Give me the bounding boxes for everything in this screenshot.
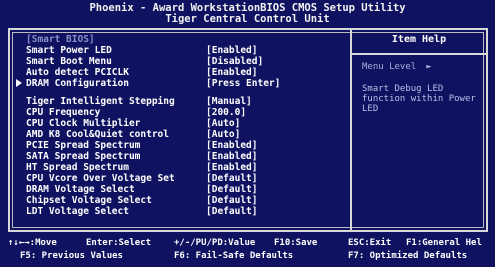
bios-screen: Phoenix - Award WorkstationBIOS CMOS Set… bbox=[0, 0, 495, 267]
setting-value[interactable]: [Default] bbox=[206, 184, 257, 195]
footer-general-help-hint: F1:General Hel bbox=[406, 238, 482, 248]
setting-label: CPU Frequency bbox=[26, 107, 101, 118]
setting-label: Chipset Voltage Select bbox=[26, 195, 152, 206]
panel-divider bbox=[350, 30, 352, 230]
setting-value[interactable]: [Enabled] bbox=[206, 151, 257, 162]
help-header-divider bbox=[352, 53, 486, 55]
footer-move-hint: ↑↓←→:Move bbox=[8, 238, 57, 248]
setting-label: [Smart BIOS] bbox=[26, 34, 95, 45]
setting-label: DRAM Configuration bbox=[26, 78, 129, 89]
setting-label: SATA Spread Spectrum bbox=[26, 151, 141, 162]
setting-value[interactable]: [Manual] bbox=[206, 96, 252, 107]
setting-label: PCIE Spread Spectrum bbox=[26, 140, 141, 151]
setting-label: Tiger Intelligent Stepping bbox=[26, 96, 175, 107]
bios-title: Phoenix - Award WorkstationBIOS CMOS Set… bbox=[0, 0, 495, 31]
submenu-pointer-icon bbox=[16, 79, 22, 87]
menu-level-label: Menu Level bbox=[362, 62, 417, 72]
menu-level: Menu Level ► bbox=[362, 62, 432, 72]
setting-value[interactable]: [Disabled] bbox=[206, 56, 263, 67]
setting-value[interactable]: [Enabled] bbox=[206, 67, 257, 78]
footer-select-hint: Enter:Select bbox=[86, 238, 152, 248]
setting-label: CPU Vcore Over Voltage Set bbox=[26, 173, 175, 184]
footer-failsafe-defaults-hint: F6: Fail-Safe Defaults bbox=[174, 251, 294, 261]
setting-label: Smart Boot Menu bbox=[26, 56, 112, 67]
setting-value[interactable]: [Enabled] bbox=[206, 140, 257, 151]
menu-level-arrow-icon: ► bbox=[426, 62, 432, 72]
setting-value[interactable]: [Enabled] bbox=[206, 45, 257, 56]
setting-label: DRAM Voltage Select bbox=[26, 184, 135, 195]
setting-label: LDT Voltage Select bbox=[26, 206, 129, 217]
item-help-title: Item Help bbox=[391, 34, 447, 45]
setting-value[interactable]: [Press Enter] bbox=[206, 78, 280, 89]
item-help-text: Smart Debug LED function within Power LE… bbox=[362, 84, 476, 114]
footer-value-hint: +/-/PU/PD:Value bbox=[174, 238, 256, 248]
setting-value[interactable]: [Auto] bbox=[206, 118, 240, 129]
title-line-2: Tiger Central Control Unit bbox=[165, 13, 330, 25]
footer-exit-hint: ESC:Exit bbox=[348, 238, 392, 248]
footer-save-hint: F10:Save bbox=[274, 238, 318, 248]
setting-value[interactable]: [Auto] bbox=[206, 129, 240, 140]
setting-value[interactable]: [200.0] bbox=[206, 107, 246, 118]
setting-label: AMD K8 Cool&Quiet control bbox=[26, 129, 169, 140]
setting-label: Auto detect PCICLK bbox=[26, 67, 129, 78]
setting-value[interactable]: [Default] bbox=[206, 206, 257, 217]
setting-value[interactable]: [Enabled] bbox=[206, 162, 257, 173]
footer-previous-values-hint: F5: Previous Values bbox=[20, 251, 123, 261]
setting-value[interactable]: [Default] bbox=[206, 195, 257, 206]
setting-label: HT Spread Spectrum bbox=[26, 162, 129, 173]
footer-optimized-defaults-hint: F7: Optimized Defaults bbox=[348, 251, 468, 261]
setting-value[interactable]: [Default] bbox=[206, 173, 257, 184]
setting-label: Smart Power LED bbox=[26, 45, 112, 56]
setting-label: CPU Clock Multiplier bbox=[26, 118, 141, 129]
key-help-footer: ↑↓←→:Move Enter:Select +/-/PU/PD:Value F… bbox=[8, 236, 488, 266]
